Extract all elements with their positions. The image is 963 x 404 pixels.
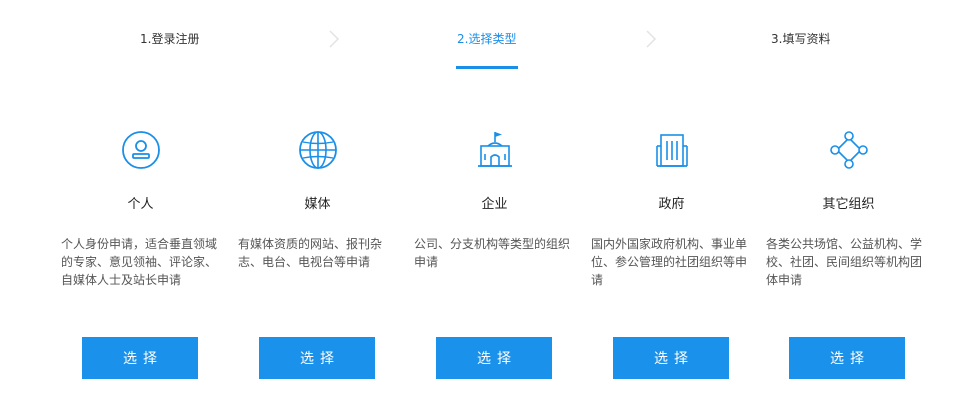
card-enterprise: 企业 公司、分支机构等类型的组织申请 选择 (406, 0, 583, 404)
card-description: 各类公共场馆、公益机构、学校、社团、民间组织等机构团体申请 (766, 237, 923, 287)
government-building-icon (655, 134, 688, 167)
select-other-organization-button[interactable]: 选择 (789, 337, 905, 379)
card-description: 公司、分支机构等类型的组织申请 (414, 237, 571, 269)
card-description: 有媒体资质的网站、报刊杂志、电台、电视台等申请 (238, 237, 383, 269)
select-government-button[interactable]: 选择 (613, 337, 729, 379)
card-title: 企业 (481, 197, 508, 212)
card-government: 政府 国内外国家政府机构、事业单位、参公管理的社团组织等申请 选择 (583, 0, 760, 404)
globe-icon (298, 131, 337, 169)
card-description: 个人身份申请，适合垂直领域的专家、意见领袖、评论家、自媒体人士及站长申请 (61, 237, 218, 287)
select-personal-button[interactable]: 选择 (82, 337, 198, 379)
card-personal: 个人 个人身份申请，适合垂直领域的专家、意见领袖、评论家、自媒体人士及站长申请 … (52, 0, 229, 404)
card-other-organization: 其它组织 各类公共场馆、公益机构、学校、社团、民间组织等机构团体申请 选择 (760, 0, 937, 404)
network-nodes-icon (829, 131, 868, 169)
card-media: 媒体 有媒体资质的网站、报刊杂志、电台、电视台等申请 选择 (229, 0, 406, 404)
person-icon (121, 131, 160, 169)
account-type-cards: 个人 个人身份申请，适合垂直领域的专家、意见领袖、评论家、自媒体人士及站长申请 … (0, 0, 963, 404)
card-title: 个人 (127, 197, 154, 212)
card-title: 其它组织 (822, 197, 875, 212)
flag-building-icon (477, 132, 512, 167)
select-media-button[interactable]: 选择 (259, 337, 375, 379)
card-description: 国内外国家政府机构、事业单位、参公管理的社团组织等申请 (591, 237, 748, 287)
card-title: 媒体 (304, 197, 331, 212)
card-title: 政府 (658, 197, 685, 212)
select-enterprise-button[interactable]: 选择 (436, 337, 552, 379)
